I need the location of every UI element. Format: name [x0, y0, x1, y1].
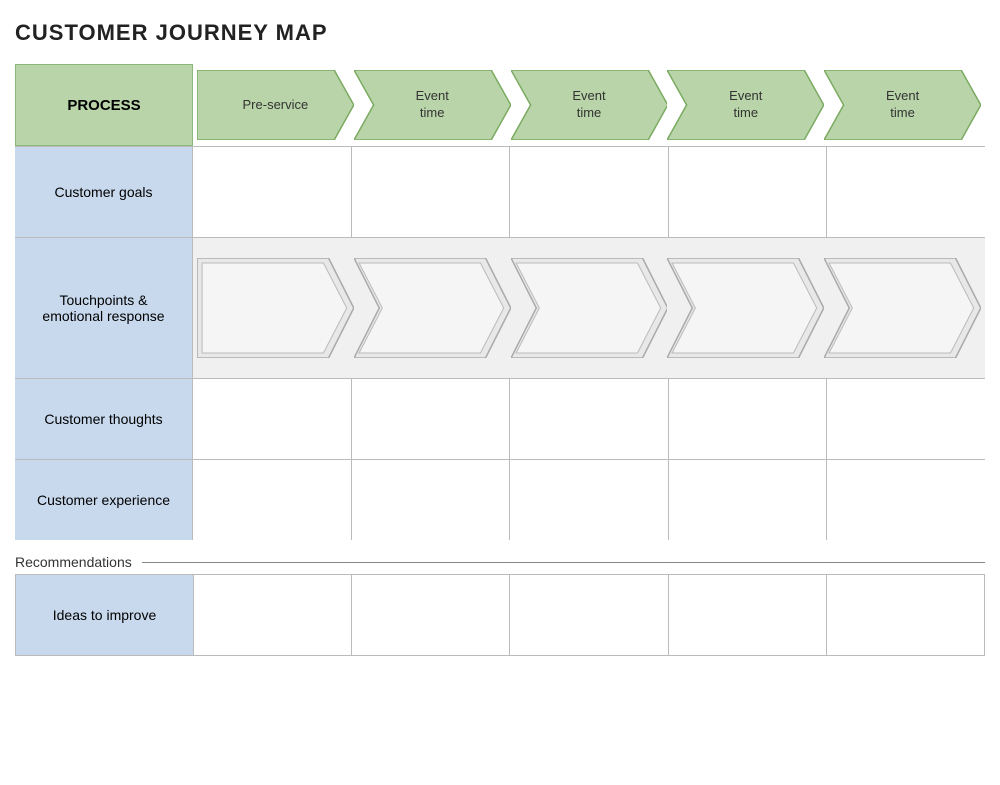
stage-1-chevron: Pre-service [197, 70, 354, 140]
thoughts-cell-2[interactable] [351, 379, 510, 459]
customer-thoughts-cells [193, 379, 985, 459]
stage-4-chevron: Eventtime [667, 70, 824, 140]
experience-cell-4[interactable] [668, 460, 827, 540]
customer-thoughts-row: Customer thoughts [15, 378, 985, 459]
stage-5-chevron: Eventtime [824, 70, 981, 140]
ideas-cell-3[interactable] [509, 575, 667, 655]
chevrons-area: Pre-service Eventtime Eventtime [193, 64, 985, 146]
tp-chevron-4 [667, 258, 824, 358]
ideas-cells [194, 575, 984, 655]
experience-cell-2[interactable] [351, 460, 510, 540]
customer-thoughts-label: Customer thoughts [15, 379, 193, 459]
goals-cell-3[interactable] [509, 147, 668, 237]
thoughts-cell-3[interactable] [509, 379, 668, 459]
touchpoints-row: Touchpoints &emotional response [15, 237, 985, 378]
tp-chevron-5 [824, 258, 981, 358]
customer-experience-row: Customer experience [15, 459, 985, 540]
stage-3-chevron: Eventtime [511, 70, 668, 140]
thoughts-cell-4[interactable] [668, 379, 827, 459]
tp-chevron-3 [511, 258, 668, 358]
recommendations-label: Recommendations [15, 554, 132, 570]
stage-2-chevron: Eventtime [354, 70, 511, 140]
ideas-cell-1[interactable] [194, 575, 351, 655]
thoughts-cell-1[interactable] [193, 379, 351, 459]
touchpoints-label: Touchpoints &emotional response [15, 238, 193, 378]
touchpoints-cells [193, 238, 985, 378]
goals-cell-1[interactable] [193, 147, 351, 237]
ideas-row: Ideas to improve [15, 574, 985, 656]
tp-chevron-1 [197, 258, 354, 358]
thoughts-cell-5[interactable] [826, 379, 985, 459]
page-title: CUSTOMER JOURNEY MAP [15, 20, 985, 46]
goals-cell-5[interactable] [826, 147, 985, 237]
journey-map: CUSTOMER JOURNEY MAP PROCESS Pre-service… [15, 20, 985, 656]
customer-goals-cells [193, 147, 985, 237]
ideas-cell-2[interactable] [351, 575, 509, 655]
customer-goals-label: Customer goals [15, 147, 193, 237]
customer-experience-cells [193, 460, 985, 540]
experience-cell-3[interactable] [509, 460, 668, 540]
process-row: PROCESS Pre-service Eventtime [15, 64, 985, 146]
customer-experience-label: Customer experience [15, 460, 193, 540]
goals-cell-2[interactable] [351, 147, 510, 237]
process-label: PROCESS [15, 64, 193, 146]
customer-goals-row: Customer goals [15, 146, 985, 237]
recommendations-row: Recommendations [15, 544, 985, 574]
recommendations-line [142, 562, 985, 563]
ideas-cell-4[interactable] [668, 575, 826, 655]
experience-cell-1[interactable] [193, 460, 351, 540]
ideas-cell-5[interactable] [826, 575, 984, 655]
ideas-label: Ideas to improve [16, 575, 194, 655]
tp-chevron-2 [354, 258, 511, 358]
experience-cell-5[interactable] [826, 460, 985, 540]
goals-cell-4[interactable] [668, 147, 827, 237]
